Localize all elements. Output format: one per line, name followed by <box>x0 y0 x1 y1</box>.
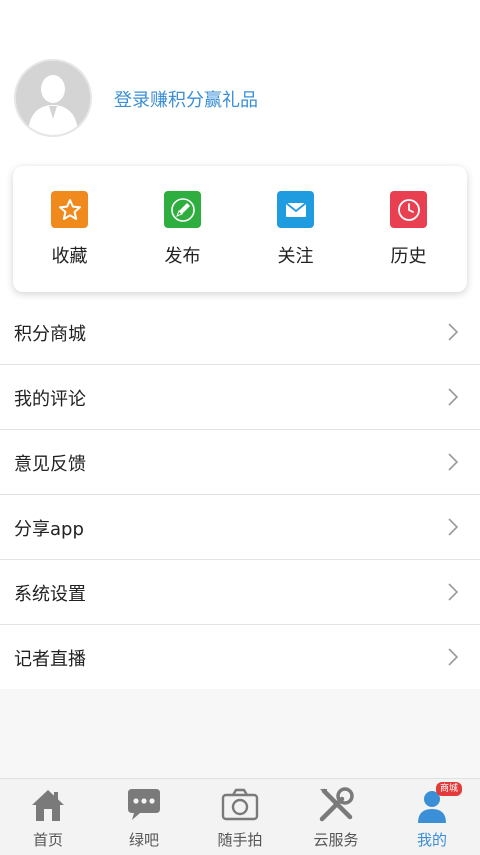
menu-item-my-comments[interactable]: 我的评论 <box>0 365 480 430</box>
menu-item-points-mall[interactable]: 积分商城 <box>0 300 480 365</box>
chevron-right-icon <box>448 388 459 406</box>
menu-item-label: 系统设置 <box>14 584 86 605</box>
chevron-right-icon <box>448 583 459 601</box>
tab-label: 首页 <box>32 831 63 849</box>
menu-item-label: 分享app <box>14 519 84 540</box>
clock-icon <box>390 191 427 228</box>
publish-label: 发布 <box>164 246 201 267</box>
chat-bubble-icon <box>128 789 160 820</box>
profile-header: 登录赚积分赢礼品 收藏 发布 关注 历史 <box>0 0 480 300</box>
tab-green-bar[interactable]: 绿吧 <box>96 779 192 855</box>
tab-label: 云服务 <box>313 831 359 849</box>
login-link[interactable]: 登录赚积分赢礼品 <box>114 86 258 112</box>
follow-label: 关注 <box>277 246 314 267</box>
home-icon <box>32 790 64 821</box>
publish-button[interactable]: 发布 <box>126 166 239 292</box>
menu-item-label: 意见反馈 <box>14 454 86 475</box>
tools-icon <box>319 787 354 822</box>
tab-label: 绿吧 <box>128 831 159 849</box>
star-icon <box>51 191 88 228</box>
mail-icon <box>277 191 314 228</box>
bottom-tab-bar: 首页 绿吧 随手拍 云服务 商城 我的 <box>0 778 480 855</box>
menu-item-feedback[interactable]: 意见反馈 <box>0 430 480 495</box>
settings-menu: 积分商城 我的评论 意见反馈 分享app 系统设置 记者直播 <box>0 300 480 689</box>
favorites-button[interactable]: 收藏 <box>13 166 126 292</box>
menu-item-share-app[interactable]: 分享app <box>0 495 480 560</box>
menu-item-reporter-live[interactable]: 记者直播 <box>0 625 480 689</box>
mall-badge: 商城 <box>436 782 463 796</box>
favorites-label: 收藏 <box>51 246 88 267</box>
default-avatar-icon <box>16 61 90 135</box>
history-button[interactable]: 历史 <box>352 166 465 292</box>
quick-actions-card: 收藏 发布 关注 历史 <box>13 166 467 292</box>
tab-cloud-service[interactable]: 云服务 <box>288 779 384 855</box>
tab-home[interactable]: 首页 <box>0 779 96 855</box>
menu-item-system-settings[interactable]: 系统设置 <box>0 560 480 625</box>
chevron-right-icon <box>448 518 459 536</box>
menu-item-label: 我的评论 <box>14 389 86 410</box>
pen-icon <box>164 191 201 228</box>
menu-item-label: 积分商城 <box>14 324 86 345</box>
tab-snapshot[interactable]: 随手拍 <box>192 779 288 855</box>
tab-mine[interactable]: 商城 我的 <box>384 779 480 855</box>
tab-label: 我的 <box>416 831 447 849</box>
chevron-right-icon <box>448 453 459 471</box>
menu-item-label: 记者直播 <box>14 649 86 670</box>
chevron-right-icon <box>448 648 459 666</box>
avatar[interactable] <box>14 59 92 137</box>
camera-icon <box>221 788 259 821</box>
follow-button[interactable]: 关注 <box>239 166 352 292</box>
history-label: 历史 <box>390 246 427 267</box>
tab-label: 随手拍 <box>217 831 263 849</box>
chevron-right-icon <box>448 323 459 341</box>
